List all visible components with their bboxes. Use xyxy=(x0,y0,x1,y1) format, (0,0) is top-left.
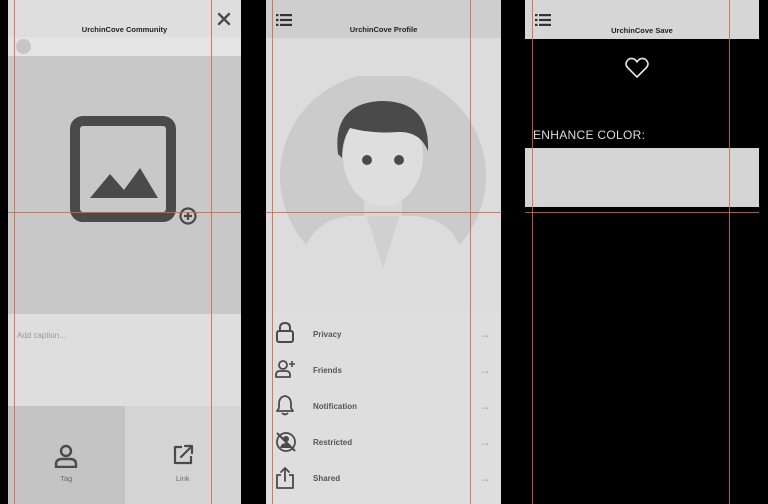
profile-title: UrchinCove Profile xyxy=(349,25,418,34)
share-icon xyxy=(276,467,294,489)
menu-item-label: Privacy xyxy=(313,330,342,339)
link-button[interactable]: Link xyxy=(124,406,241,504)
add-friend-icon xyxy=(275,360,295,378)
enhance-color-slider[interactable] xyxy=(525,148,759,207)
arrow-right-icon: → xyxy=(479,471,491,485)
restricted-icon xyxy=(276,432,296,452)
profile-avatar[interactable] xyxy=(280,76,486,276)
close-icon[interactable] xyxy=(217,12,231,26)
guide-line xyxy=(8,212,241,213)
community-header: UrchinCove Community xyxy=(8,0,241,37)
menu-item-label: Shared xyxy=(313,474,341,483)
community-title: UrchinCove Community xyxy=(81,25,168,34)
guide-line xyxy=(729,0,730,504)
lock-icon xyxy=(276,322,294,343)
mockup-stage: UrchinCove Community Add caption... Tag … xyxy=(0,0,768,504)
menu-item-privacy[interactable]: Privacy → xyxy=(266,316,501,352)
guide-line xyxy=(272,0,273,504)
save-header: UrchinCove Save xyxy=(525,0,759,39)
menu-item-label: Notification xyxy=(313,402,357,411)
menu-item-shared[interactable]: Shared → xyxy=(266,460,501,496)
post-actions: Tag Link xyxy=(8,406,241,504)
menu-icon[interactable] xyxy=(535,14,551,26)
photo-placeholder[interactable] xyxy=(8,56,241,314)
menu-item-notification[interactable]: Notification → xyxy=(266,388,501,424)
arrow-right-icon: → xyxy=(479,327,491,341)
guide-line xyxy=(532,0,533,504)
guide-line xyxy=(211,0,212,504)
profile-menu: Privacy → Friends → Notification → Restr… xyxy=(266,316,501,496)
menu-item-friends[interactable]: Friends → xyxy=(266,352,501,388)
caption-field[interactable]: Add caption... xyxy=(8,314,241,406)
menu-item-label: Restricted xyxy=(313,438,353,447)
guide-line xyxy=(266,212,501,213)
profile-header: UrchinCove Profile xyxy=(266,0,501,38)
guide-line xyxy=(470,0,471,504)
save-screen: UrchinCove Save ENHANCE COLOR: xyxy=(525,0,759,504)
profile-screen: UrchinCove Profile Privacy → Friends → N… xyxy=(266,0,501,504)
arrow-right-icon: → xyxy=(479,363,491,377)
tag-label: Tag xyxy=(60,474,73,483)
bell-icon xyxy=(276,395,294,416)
guide-line xyxy=(525,212,759,213)
community-screen: UrchinCove Community Add caption... Tag … xyxy=(8,0,241,504)
heart-icon[interactable] xyxy=(625,57,649,79)
arrow-right-icon: → xyxy=(479,435,491,449)
arrow-right-icon: → xyxy=(479,399,491,413)
author-bar xyxy=(8,37,241,56)
guide-line xyxy=(14,0,15,504)
menu-item-restricted[interactable]: Restricted → xyxy=(266,424,501,460)
menu-item-label: Friends xyxy=(313,366,342,375)
tag-button[interactable]: Tag xyxy=(8,406,125,504)
person-icon xyxy=(55,444,78,468)
link-label: Link xyxy=(175,474,190,483)
caption-placeholder: Add caption... xyxy=(17,331,66,340)
profile-hero xyxy=(266,38,501,310)
enhance-color-label: ENHANCE COLOR: xyxy=(533,128,646,142)
external-link-icon xyxy=(173,444,193,465)
avatar[interactable] xyxy=(16,39,31,54)
save-title: UrchinCove Save xyxy=(611,26,673,35)
